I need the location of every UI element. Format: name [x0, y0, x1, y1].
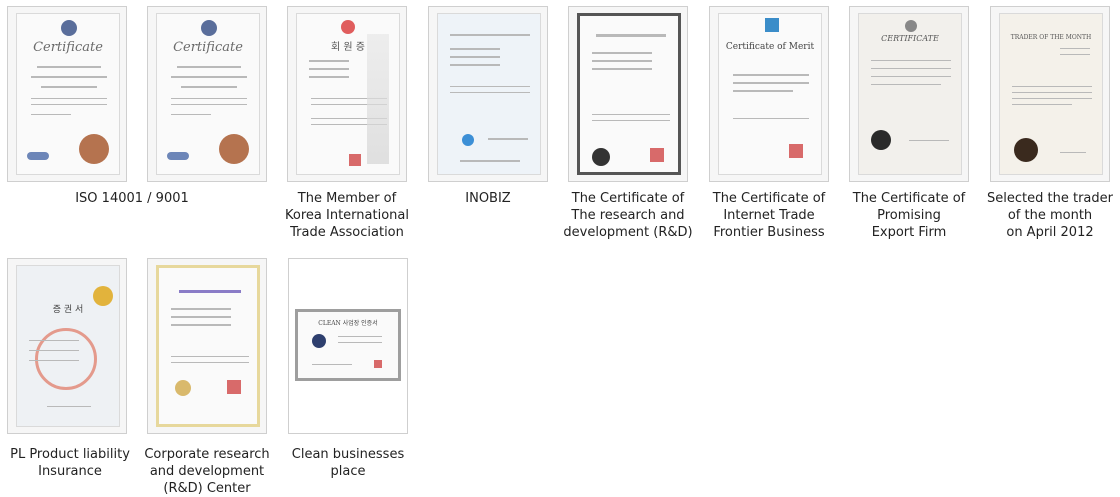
- accreditation-logo-icon: [167, 152, 189, 160]
- caption-clean: Clean businesses place: [291, 447, 405, 479]
- caption-inobiz: INOBIZ: [465, 191, 511, 206]
- watermark-membership: [367, 34, 389, 164]
- caption-corp-rnd: Corporate research and development (R&D)…: [144, 447, 270, 496]
- certificate-card-pl[interactable]: 증 권 서: [7, 258, 127, 434]
- kita-logo-icon: [341, 20, 355, 34]
- certificate-image: 증 권 서: [16, 265, 120, 427]
- caption-export: The Certificate of Promising Export Firm: [852, 191, 966, 240]
- caption-merit: The Certificate of Internet Trade Fronti…: [712, 191, 826, 240]
- doc-title: TRADER OF THE MONTH: [1010, 34, 1092, 41]
- certificate-image: [156, 265, 260, 427]
- certificate-card-corp-rnd[interactable]: [147, 258, 267, 434]
- caption-pl: PL Product liability Insurance: [10, 447, 130, 479]
- certificate-card-iso-1[interactable]: Certificate: [7, 6, 127, 182]
- certificate-image: Certificate: [156, 13, 260, 175]
- caption-iso: ISO 14001 / 9001: [75, 191, 189, 206]
- certificate-image: TRADER OF THE MONTH: [999, 13, 1103, 175]
- certificate-card-trader[interactable]: TRADER OF THE MONTH: [990, 6, 1110, 182]
- certificate-card-rnd[interactable]: [568, 6, 688, 182]
- ribbon-seal-icon: [871, 130, 891, 150]
- emblem-icon: [61, 20, 77, 36]
- certificate-image: CLEAN 사업장 인증서: [295, 309, 401, 381]
- red-stamp-icon: [227, 380, 241, 394]
- bronze-seal-icon: [79, 134, 109, 164]
- red-stamp-icon: [650, 148, 664, 162]
- doc-title: Certificate: [33, 40, 103, 55]
- certificate-card-iso-2[interactable]: Certificate: [147, 6, 267, 182]
- clean-logo-icon: [312, 334, 326, 348]
- seal-icon: [592, 148, 610, 166]
- red-stamp-icon: [349, 154, 361, 166]
- certificate-image: [577, 13, 681, 175]
- gold-seal-icon: [175, 380, 191, 396]
- certificate-image: 회 원 증: [296, 13, 400, 175]
- red-circle-stamp-icon: [35, 328, 97, 390]
- doc-title: Certificate of Merit: [725, 42, 815, 52]
- caption-rnd: The Certificate of The research and deve…: [563, 191, 693, 240]
- certificate-card-inobiz[interactable]: [428, 6, 548, 182]
- certificate-card-kita[interactable]: 회 원 증: [287, 6, 407, 182]
- ribbon-seal-icon: [1014, 138, 1038, 162]
- badge-icon: [765, 18, 779, 32]
- certificate-card-clean[interactable]: CLEAN 사업장 인증서: [288, 258, 408, 434]
- doc-title: CLEAN 사업장 인증서: [318, 320, 378, 327]
- red-stamp-icon: [789, 144, 803, 158]
- accreditation-logo-icon: [27, 152, 49, 160]
- bronze-seal-icon: [219, 134, 249, 164]
- certificate-image: Certificate: [16, 13, 120, 175]
- doc-title: Certificate: [173, 40, 243, 55]
- inobiz-logo-icon: [462, 134, 474, 146]
- doc-title: CERTIFICATE: [881, 34, 939, 43]
- certificate-card-export[interactable]: CERTIFICATE: [849, 6, 969, 182]
- emblem-icon: [201, 20, 217, 36]
- caption-trader: Selected the trader of the month on Apri…: [987, 191, 1113, 240]
- certificate-image: Certificate of Merit: [718, 13, 822, 175]
- doc-title: 증 권 서: [52, 305, 84, 315]
- caption-kita: The Member of Korea International Trade …: [285, 191, 409, 240]
- certificate-card-merit[interactable]: Certificate of Merit: [709, 6, 829, 182]
- certificate-image: [437, 13, 541, 175]
- red-stamp-icon: [374, 360, 382, 368]
- certificate-image: CERTIFICATE: [858, 13, 962, 175]
- emblem-icon: [905, 20, 917, 32]
